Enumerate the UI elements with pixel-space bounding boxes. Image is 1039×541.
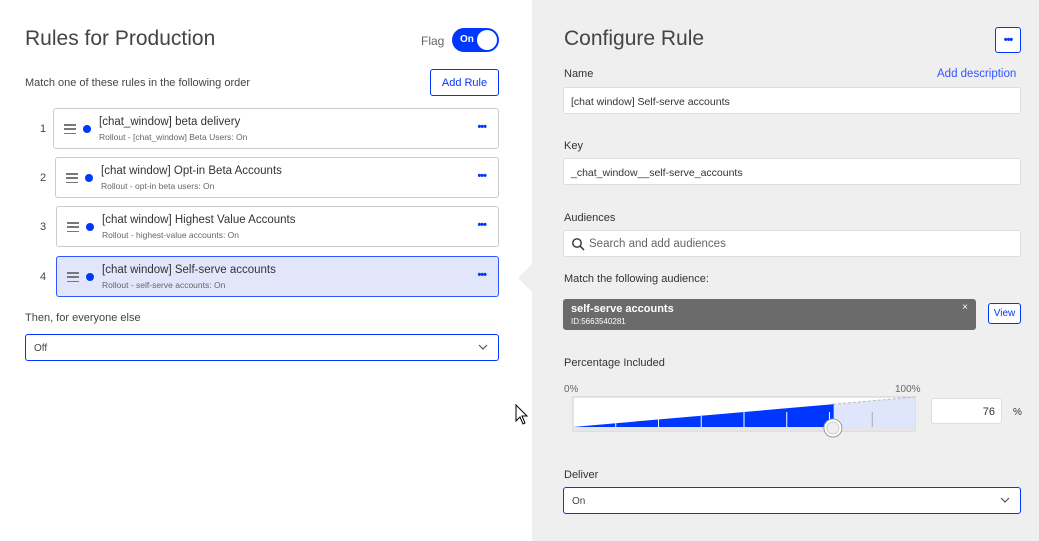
deliver-select[interactable]: On [563, 487, 1021, 514]
status-dot [86, 273, 94, 281]
rule-number: 1 [40, 123, 47, 135]
toggle-label: On [460, 34, 474, 45]
everyone-else-value: Off [34, 343, 48, 354]
rule-subtitle: Rollout - opt-in beta users: On [101, 181, 215, 191]
rule-item[interactable]: [chat window] Highest Value Accounts Rol… [56, 206, 499, 247]
everyone-else-label: Then, for everyone else [25, 312, 141, 324]
rule-title: [chat window] Self-serve accounts [102, 264, 276, 276]
percentage-value: 76 [982, 406, 995, 418]
more-icon[interactable]: ••• [477, 121, 487, 133]
chevron-down-icon [478, 344, 488, 350]
deliver-value: On [572, 496, 586, 507]
key-field[interactable]: _chat_window__self-serve_accounts [563, 158, 1021, 185]
more-icon[interactable]: ••• [477, 269, 487, 281]
view-audience-button[interactable]: View [988, 303, 1021, 324]
rule-item[interactable]: [chat window] Opt-in Beta Accounts Rollo… [55, 157, 499, 198]
more-options-button[interactable]: ••• [995, 27, 1021, 53]
name-field[interactable]: [chat window] Self-serve accounts [563, 87, 1021, 114]
percentage-min-label: 0% [564, 384, 579, 395]
add-description-link[interactable]: Add description [937, 68, 1016, 80]
rules-panel: Rules for Production Flag On Match one o… [0, 0, 532, 541]
match-audience-label: Match the following audience: [564, 273, 709, 285]
chevron-down-icon [1000, 497, 1010, 503]
flag-label: Flag [421, 34, 445, 48]
rule-item[interactable]: [chat_window] beta delivery Rollout - [c… [53, 108, 499, 149]
drag-handle-icon[interactable] [66, 173, 78, 183]
rule-number: 4 [40, 271, 47, 283]
deliver-label: Deliver [564, 469, 599, 481]
rule-number: 3 [40, 221, 47, 233]
percentage-label: Percentage Included [564, 357, 665, 369]
page-title: Rules for Production [25, 27, 216, 50]
search-icon [572, 238, 585, 251]
name-label: Name [564, 68, 594, 80]
key-label: Key [564, 140, 583, 152]
slider-knob [823, 418, 843, 438]
more-icon[interactable]: ••• [477, 219, 487, 231]
rule-subtitle: Rollout - self-serve accounts: On [102, 280, 226, 290]
toggle-knob [477, 30, 497, 50]
audiences-label: Audiences [564, 212, 616, 224]
percentage-input[interactable]: 76 [931, 398, 1002, 424]
percent-sign: % [1013, 407, 1022, 418]
close-icon[interactable]: × [962, 302, 968, 313]
configure-rule-panel: Configure Rule ••• Name Add description … [532, 0, 1039, 541]
rule-item-selected[interactable]: [chat window] Self-serve accounts Rollou… [56, 256, 499, 297]
match-rules-description: Match one of these rules in the followin… [25, 77, 251, 89]
selected-rule-pointer [518, 264, 532, 292]
audience-name: self-serve accounts [571, 303, 674, 315]
percentage-max-label: 100% [895, 384, 921, 395]
configure-rule-title: Configure Rule [564, 27, 705, 50]
add-rule-button[interactable]: Add Rule [430, 69, 499, 96]
status-dot [83, 125, 91, 133]
rule-subtitle: Rollout - highest-value accounts: On [102, 230, 240, 240]
audience-search-placeholder: Search and add audiences [589, 238, 726, 250]
drag-handle-icon[interactable] [64, 124, 76, 134]
audience-chip: self-serve accounts ID:5663540281 × [563, 299, 976, 330]
name-value: [chat window] Self-serve accounts [571, 96, 730, 108]
everyone-else-select[interactable]: Off [25, 334, 499, 361]
drag-handle-icon[interactable] [67, 222, 79, 232]
drag-handle-icon[interactable] [67, 272, 79, 282]
status-dot [86, 223, 94, 231]
key-value: _chat_window__self-serve_accounts [571, 167, 743, 179]
percentage-slider[interactable] [572, 396, 917, 444]
more-icon[interactable]: ••• [477, 170, 487, 182]
rule-title: [chat_window] beta delivery [99, 116, 241, 128]
audience-search-input[interactable]: Search and add audiences [563, 230, 1021, 257]
rule-subtitle: Rollout - [chat_window] Beta Users: On [99, 132, 248, 142]
rule-title: [chat window] Opt-in Beta Accounts [101, 165, 282, 177]
rule-number: 2 [40, 172, 47, 184]
flag-toggle[interactable]: On [452, 28, 499, 52]
rule-title: [chat window] Highest Value Accounts [102, 214, 296, 226]
status-dot [85, 174, 93, 182]
mouse-cursor-icon [515, 404, 529, 425]
audience-id: ID:5663540281 [571, 317, 626, 326]
